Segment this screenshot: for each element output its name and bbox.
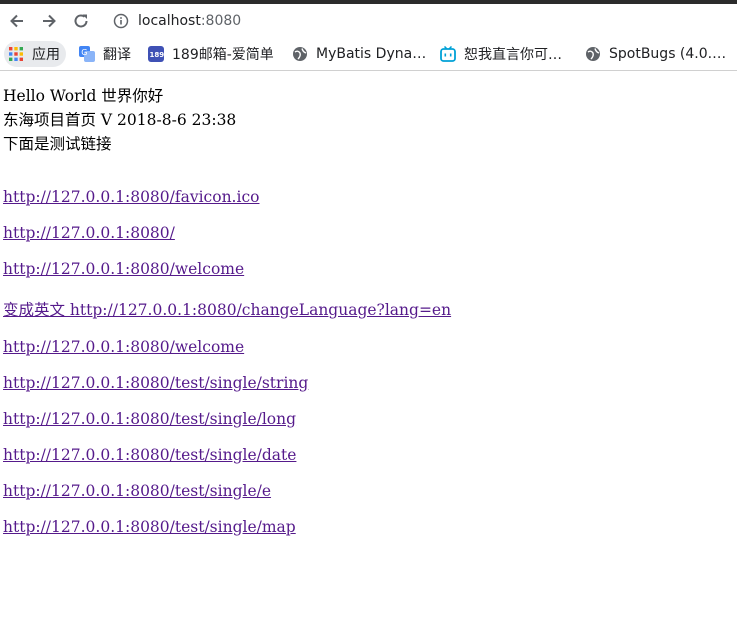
link-test-single-map[interactable]: http://127.0.0.1:8080/test/single/map (3, 517, 296, 537)
forward-arrow-icon (43, 14, 56, 28)
link-welcome-2[interactable]: http://127.0.0.1:8080/welcome (3, 337, 244, 357)
link-test-single-e[interactable]: http://127.0.0.1:8080/test/single/e (3, 481, 271, 501)
bookmark-spotbugs[interactable]: SpotBugs (4.0.… (585, 41, 737, 67)
reload-icon (74, 14, 88, 28)
bookmark-189-mail[interactable]: 189 189邮箱-爱简单 (148, 41, 280, 67)
bookmark-label: 189邮箱-爱简单 (172, 47, 274, 63)
bookmark-video[interactable]: 恕我直言你可… (440, 41, 573, 67)
link-root[interactable]: http://127.0.0.1:8080/ (3, 223, 175, 243)
link-test-single-long[interactable]: http://127.0.0.1:8080/test/single/long (3, 409, 296, 429)
bookmark-label: MyBatis Dyna… (316, 46, 427, 62)
back-button[interactable] (4, 8, 30, 34)
mail-189-icon: 189 (148, 46, 164, 62)
apps-grid-icon (8, 46, 24, 62)
greeting-text: Hello World 世界你好 (3, 87, 164, 105)
bookmarks-bar: 应用 G 翻译 189 189邮箱-爱简单 MyBatis Dyna… 恕我直言… (0, 38, 737, 71)
link-test-single-date[interactable]: http://127.0.0.1:8080/test/single/date (3, 445, 296, 465)
bookmark-mybatis[interactable]: MyBatis Dyna… (292, 41, 428, 67)
forward-button[interactable] (36, 8, 62, 34)
tv-icon (440, 46, 456, 62)
reload-button[interactable] (68, 8, 94, 34)
url-host: localhost (138, 13, 201, 29)
bookmark-apps[interactable]: 应用 (4, 41, 66, 67)
link-test-single-string[interactable]: http://127.0.0.1:8080/test/single/string (3, 373, 308, 393)
browser-toolbar: localhost:8080 (0, 4, 737, 38)
svg-text:G: G (81, 48, 87, 57)
translate-icon: G (79, 46, 95, 62)
link-favicon[interactable]: http://127.0.0.1:8080/favicon.ico (3, 187, 259, 207)
url-port: :8080 (200, 13, 242, 29)
globe-icon (585, 46, 601, 62)
bookmark-label: 应用 (32, 47, 60, 63)
bookmark-label: 恕我直言你可… (464, 47, 562, 63)
address-bar[interactable]: localhost:8080 (104, 7, 737, 35)
back-arrow-icon (10, 14, 23, 28)
intro-text: 下面是测试链接 (3, 135, 112, 153)
bookmark-label: 翻译 (103, 47, 131, 63)
bookmark-translate[interactable]: G 翻译 (79, 41, 139, 67)
link-change-language-en[interactable]: 变成英文 http://127.0.0.1:8080/changeLanguag… (3, 300, 451, 320)
bookmark-label: SpotBugs (4.0.… (609, 46, 727, 62)
link-welcome[interactable]: http://127.0.0.1:8080/welcome (3, 259, 244, 279)
page-body: Hello World 世界你好 东海项目首页 V 2018-8-6 23:38… (3, 84, 733, 156)
svg-text:189: 189 (150, 51, 165, 59)
version-text: 东海项目首页 V 2018-8-6 23:38 (3, 111, 237, 129)
globe-icon (292, 46, 308, 62)
info-icon[interactable] (112, 12, 130, 30)
